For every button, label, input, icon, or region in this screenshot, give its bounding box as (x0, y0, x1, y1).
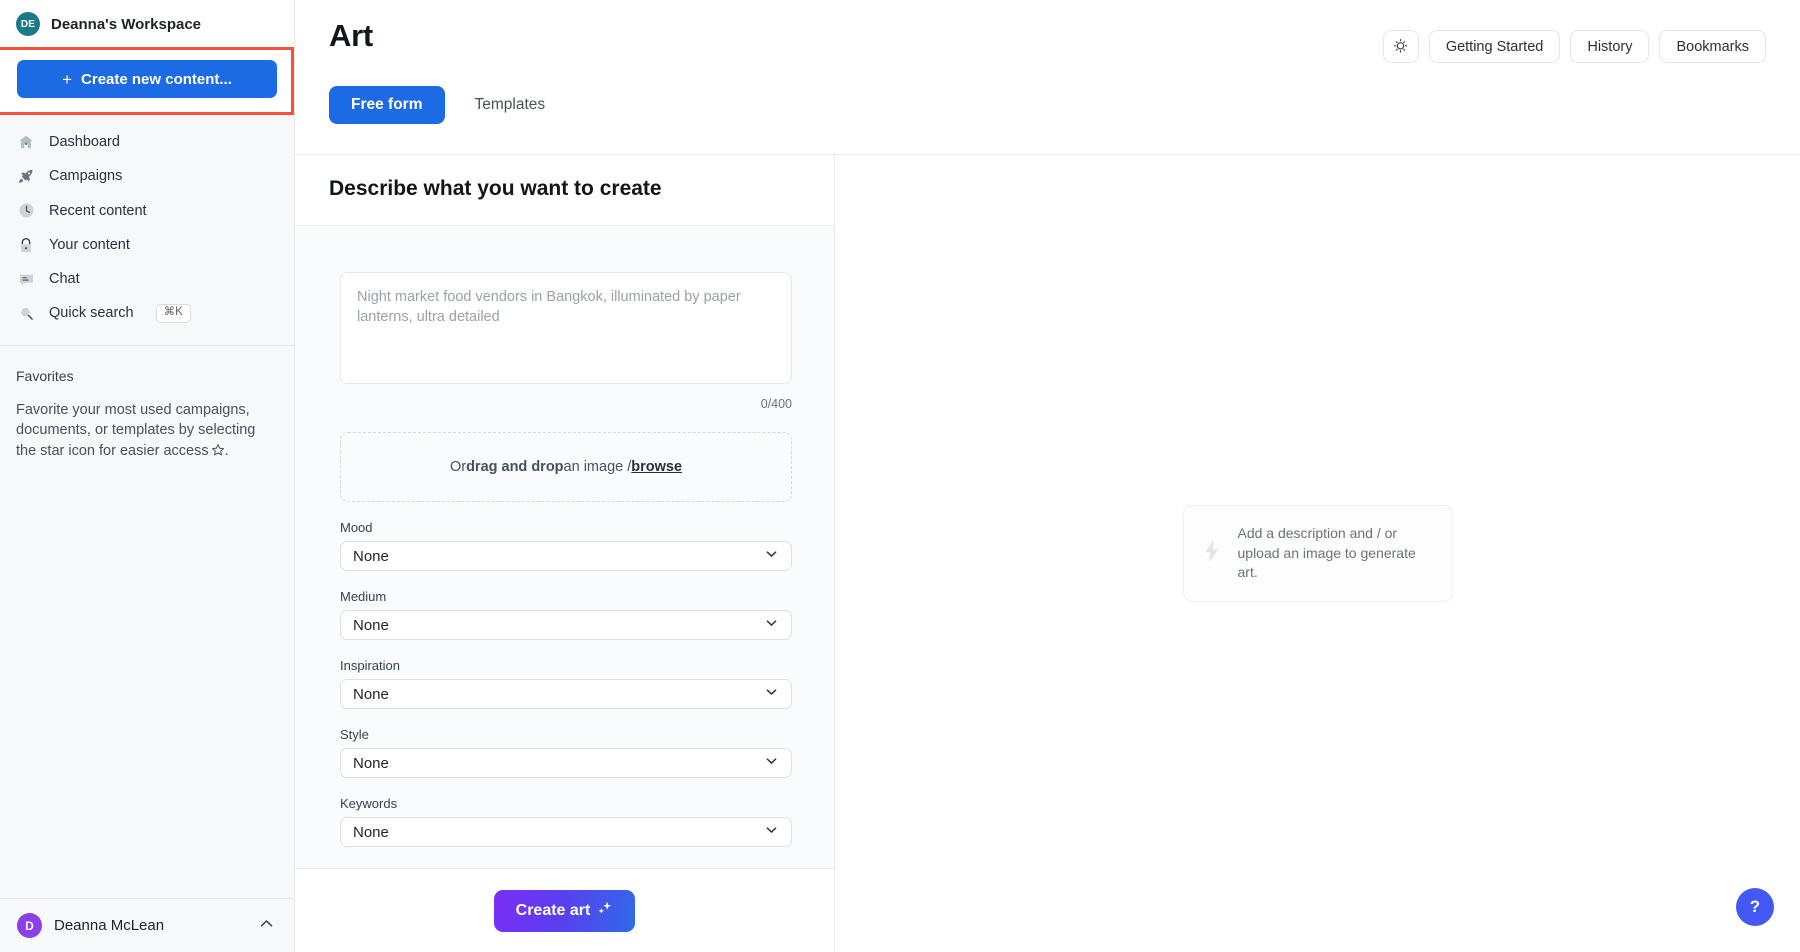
style-select[interactable]: None (340, 748, 792, 778)
favorites-period: . (225, 443, 229, 459)
user-profile-bar[interactable]: D Deanna McLean (0, 898, 294, 952)
favorites-section: Favorites Favorite your most used campai… (0, 346, 294, 464)
lock-icon (17, 236, 35, 254)
dropzone-bold: drag and drop (466, 459, 563, 475)
sidebar-nav: Dashboard Campaigns Recent content Your … (0, 115, 294, 337)
clock-icon (17, 202, 35, 220)
workspace-header[interactable]: DE Deanna's Workspace (0, 0, 294, 47)
field-style: Style None (340, 727, 792, 778)
getting-started-button[interactable]: Getting Started (1429, 30, 1561, 63)
chat-icon (17, 270, 35, 288)
prompt-input[interactable] (340, 272, 792, 384)
body-area: Describe what you want to create 0/400 O… (295, 155, 1800, 952)
create-new-content-label: Create new content... (81, 71, 232, 88)
home-icon (17, 133, 35, 151)
user-name: Deanna McLean (54, 917, 164, 934)
workspace-name: Deanna's Workspace (51, 16, 201, 33)
sidebar: DE Deanna's Workspace + Create new conte… (0, 0, 295, 952)
main-area: Art Getting Started History Bookmarks Fr… (295, 0, 1800, 952)
browse-link[interactable]: browse (631, 459, 682, 475)
sidebar-label: Your content (49, 235, 130, 255)
chevron-up-icon[interactable] (257, 914, 276, 938)
create-new-content-button[interactable]: + Create new content... (17, 60, 277, 98)
form-footer: Create art (295, 868, 834, 952)
sidebar-label: Dashboard (49, 132, 120, 152)
sidebar-item-chat[interactable]: Chat (0, 262, 294, 296)
lightbulb-icon-button[interactable] (1383, 30, 1419, 63)
form-heading: Describe what you want to create (329, 177, 800, 201)
chevron-down-icon (764, 823, 779, 842)
sidebar-label: Campaigns (49, 166, 122, 186)
field-label: Medium (340, 589, 792, 604)
select-value: None (353, 686, 389, 703)
bookmarks-button[interactable]: Bookmarks (1659, 30, 1766, 63)
create-art-button[interactable]: Create art (494, 890, 636, 932)
keywords-select[interactable]: None (340, 817, 792, 847)
sidebar-item-campaigns[interactable]: Campaigns (0, 159, 294, 193)
chevron-down-icon (764, 685, 779, 704)
field-label: Style (340, 727, 792, 742)
search-icon (17, 305, 35, 323)
rocket-icon (17, 167, 35, 185)
form-header: Describe what you want to create (295, 155, 834, 226)
field-mood: Mood None (340, 520, 792, 571)
field-inspiration: Inspiration None (340, 658, 792, 709)
favorites-description: Favorite your most used campaigns, docum… (16, 400, 256, 464)
inspiration-select[interactable]: None (340, 679, 792, 709)
form-column: Describe what you want to create 0/400 O… (295, 155, 835, 952)
sidebar-item-recent-content[interactable]: Recent content (0, 194, 294, 228)
field-label: Keywords (340, 796, 792, 811)
plus-icon: + (62, 71, 72, 88)
avatar: D (17, 913, 42, 938)
create-new-content-highlight: + Create new content... (0, 47, 294, 115)
sidebar-label: Recent content (49, 201, 147, 221)
form-scroll-region[interactable]: 0/400 Or drag and drop an image / browse… (295, 226, 834, 868)
character-counter: 0/400 (340, 397, 792, 411)
mood-select[interactable]: None (340, 541, 792, 571)
field-label: Mood (340, 520, 792, 535)
tab-templates[interactable]: Templates (453, 86, 568, 124)
image-dropzone[interactable]: Or drag and drop an image / browse (340, 432, 792, 502)
select-value: None (353, 824, 389, 841)
sidebar-item-your-content[interactable]: Your content (0, 228, 294, 262)
preview-panel: Add a description and / or upload an ima… (835, 155, 1800, 952)
select-value: None (353, 617, 389, 634)
help-button[interactable]: ? (1736, 888, 1774, 926)
workspace-avatar: DE (16, 12, 40, 36)
history-button[interactable]: History (1570, 30, 1649, 63)
sidebar-item-dashboard[interactable]: Dashboard (0, 125, 294, 159)
field-keywords: Keywords None (340, 796, 792, 847)
preview-placeholder: Add a description and / or upload an ima… (1183, 505, 1453, 603)
dropzone-middle: an image / (564, 459, 632, 475)
top-bar: Art Getting Started History Bookmarks Fr… (295, 0, 1800, 155)
star-icon (211, 443, 225, 464)
create-art-label: Create art (516, 902, 591, 920)
sidebar-label: Quick search (49, 303, 134, 323)
sidebar-label: Chat (49, 269, 80, 289)
preview-placeholder-text: Add a description and / or upload an ima… (1238, 524, 1430, 584)
field-label: Inspiration (340, 658, 792, 673)
select-value: None (353, 548, 389, 565)
field-medium: Medium None (340, 589, 792, 640)
chevron-down-icon (764, 754, 779, 773)
chevron-down-icon (764, 547, 779, 566)
lightning-icon (1202, 539, 1222, 568)
chevron-down-icon (764, 616, 779, 635)
app-root: DE Deanna's Workspace + Create new conte… (0, 0, 1800, 952)
tabs: Free form Templates (329, 86, 1766, 124)
medium-select[interactable]: None (340, 610, 792, 640)
select-value: None (353, 755, 389, 772)
top-actions: Getting Started History Bookmarks (1383, 30, 1766, 63)
quick-search-shortcut: ⌘K (156, 304, 191, 323)
dropzone-prefix: Or (450, 459, 466, 475)
sidebar-item-quick-search[interactable]: Quick search ⌘K (0, 296, 294, 330)
tab-free-form[interactable]: Free form (329, 86, 445, 124)
sparkle-icon (596, 900, 613, 922)
favorites-title: Favorites (16, 368, 278, 384)
